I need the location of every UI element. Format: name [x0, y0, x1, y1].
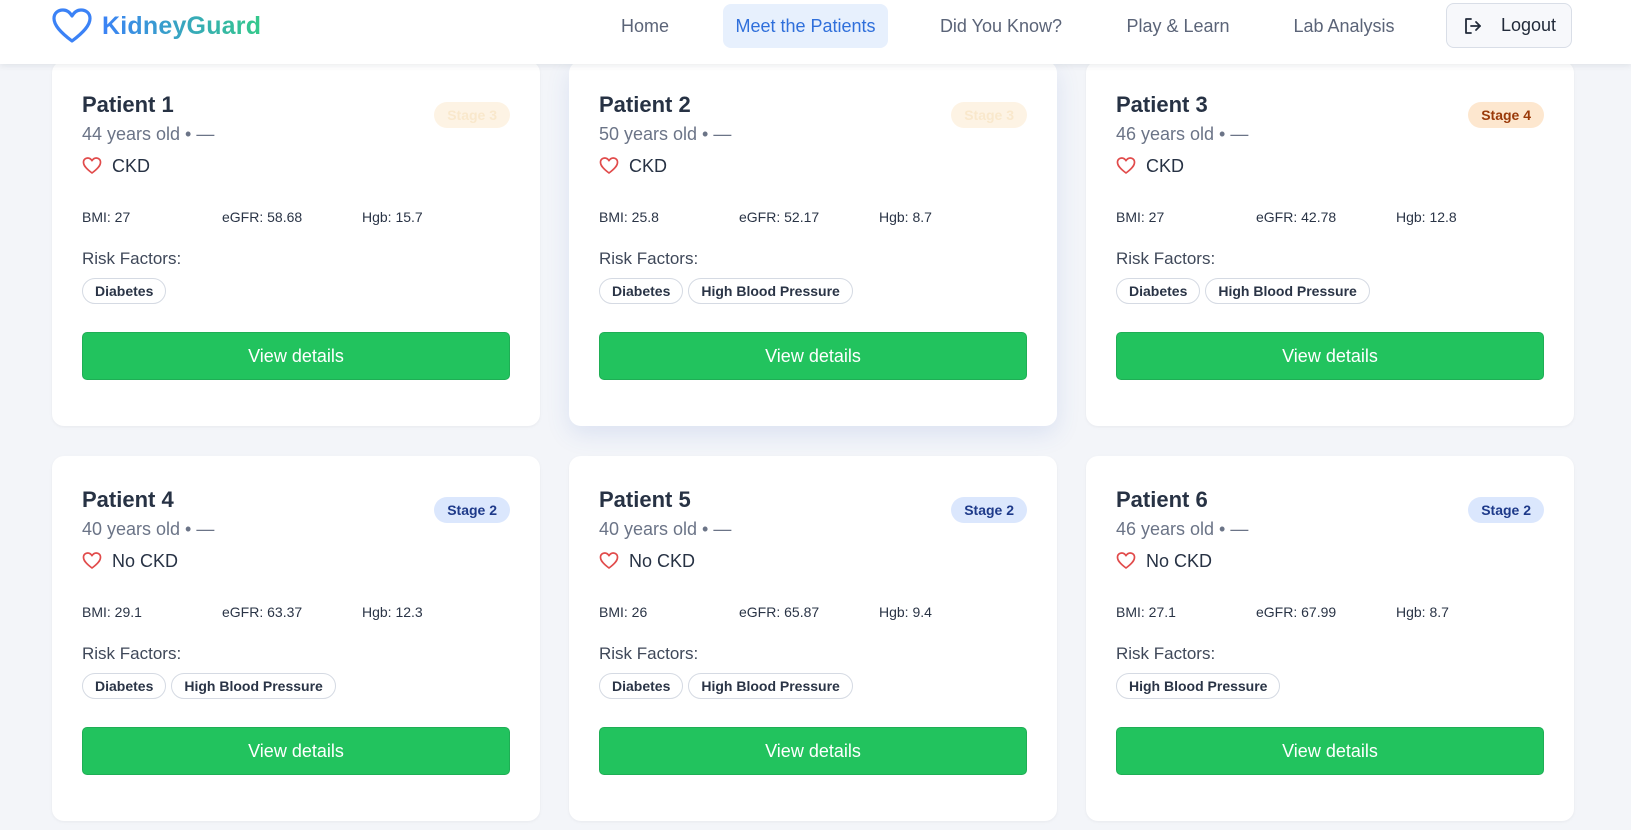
risk-factor-tags: Diabetes — [82, 278, 167, 304]
patient-age: 50 years old • — — [599, 124, 732, 144]
patient-age: 40 years old • — — [599, 519, 732, 539]
risk-factors-label: Risk Factors: — [599, 644, 699, 663]
bmi-value: BMI: 29.1 — [82, 604, 142, 620]
logout-button[interactable]: Logout — [1446, 3, 1572, 48]
patient-age: 40 years old • — — [82, 519, 215, 539]
diagnosis-label: CKD — [629, 155, 668, 176]
heart-icon — [599, 552, 619, 569]
hgb-value: Hgb: 12.3 — [362, 604, 423, 620]
risk-factors-label: Risk Factors: — [1116, 644, 1216, 663]
risk-factor-tag: Diabetes — [1116, 278, 1201, 304]
heart-icon — [82, 552, 102, 569]
stage-badge: Stage 2 — [951, 497, 1027, 523]
patient-name: Patient 5 — [599, 487, 691, 512]
risk-factor-tag: High Blood Pressure — [171, 673, 336, 699]
diagnosis: No CKD — [82, 549, 178, 573]
bmi-value: BMI: 27.1 — [1116, 604, 1176, 620]
heart-icon — [599, 157, 619, 174]
risk-factor-tag: Diabetes — [82, 278, 167, 304]
bmi-value: BMI: 27 — [82, 209, 131, 225]
diagnosis-label: CKD — [112, 155, 151, 176]
patient-name: Patient 3 — [1116, 92, 1208, 117]
bmi-value: BMI: 27 — [1116, 209, 1165, 225]
bmi-value: BMI: 26 — [599, 604, 648, 620]
patient-card: Patient 6 Stage 2 46 years old • — No CK… — [1086, 456, 1574, 821]
egfr-value: eGFR: 58.68 — [222, 209, 303, 225]
risk-factor-tag: Diabetes — [82, 673, 167, 699]
patient-name: Patient 4 — [82, 487, 174, 512]
risk-factor-tags: Diabetes High Blood Pressure — [1116, 278, 1370, 304]
egfr-value: eGFR: 65.87 — [739, 604, 820, 620]
nav-home[interactable]: Home — [600, 4, 690, 48]
egfr-value: eGFR: 42.78 — [1256, 209, 1337, 225]
risk-factors-label: Risk Factors: — [82, 644, 182, 663]
diagnosis: No CKD — [599, 549, 695, 573]
diagnosis-label: No CKD — [629, 550, 696, 571]
risk-factors-label: Risk Factors: — [1116, 249, 1216, 268]
nav-play-and-learn[interactable]: Play & Learn — [1116, 4, 1240, 48]
hgb-value: Hgb: 15.7 — [362, 209, 423, 225]
risk-factor-tags: High Blood Pressure — [1116, 673, 1281, 699]
risk-factor-tag: High Blood Pressure — [1205, 278, 1370, 304]
view-details-button[interactable]: View details — [82, 727, 510, 775]
logout-label: Logout — [1501, 15, 1557, 35]
heart-icon — [82, 157, 102, 174]
view-details-button[interactable]: View details — [599, 727, 1027, 775]
patient-age: 44 years old • — — [82, 124, 215, 144]
stage-badge: Stage 3 — [951, 102, 1027, 128]
patient-name: Patient 6 — [1116, 487, 1208, 512]
risk-factor-tags: Diabetes High Blood Pressure — [82, 673, 336, 699]
hgb-value: Hgb: 12.8 — [1396, 209, 1457, 225]
risk-factor-tag: Diabetes — [599, 673, 684, 699]
nav-lab-analysis[interactable]: Lab Analysis — [1285, 4, 1403, 48]
logout-icon — [1465, 17, 1481, 34]
diagnosis-label: CKD — [1146, 155, 1185, 176]
nav-did-you-know[interactable]: Did You Know? — [925, 4, 1077, 48]
nav-meet-the-patients[interactable]: Meet the Patients — [723, 4, 888, 48]
stage-badge: Stage 2 — [434, 497, 510, 523]
patient-card: Patient 2 Stage 3 50 years old • — CKD B… — [569, 61, 1057, 426]
diagnosis: CKD — [82, 154, 150, 178]
risk-factor-tags: Diabetes High Blood Pressure — [599, 278, 853, 304]
patient-name: Patient 2 — [599, 92, 691, 117]
top-navigation-bar: KidneyGuard Home Meet the Patients Did Y… — [0, 0, 1631, 64]
egfr-value: eGFR: 63.37 — [222, 604, 303, 620]
heart-icon — [1116, 552, 1136, 569]
diagnosis-label: No CKD — [1146, 550, 1213, 571]
risk-factor-tag: Diabetes — [599, 278, 684, 304]
patient-name: Patient 1 — [82, 92, 174, 117]
patient-age: 46 years old • — — [1116, 519, 1249, 539]
heart-icon — [1116, 157, 1136, 174]
main-nav: Home Meet the Patients Did You Know? Pla… — [0, 4, 1631, 48]
egfr-value: eGFR: 67.99 — [1256, 604, 1337, 620]
diagnosis-label: No CKD — [112, 550, 179, 571]
view-details-button[interactable]: View details — [599, 332, 1027, 380]
risk-factors-label: Risk Factors: — [82, 249, 182, 268]
hgb-value: Hgb: 8.7 — [879, 209, 932, 225]
patient-age: 46 years old • — — [1116, 124, 1249, 144]
stage-badge: Stage 4 — [1468, 102, 1544, 128]
view-details-button[interactable]: View details — [1116, 332, 1544, 380]
bmi-value: BMI: 25.8 — [599, 209, 659, 225]
hgb-value: Hgb: 9.4 — [879, 604, 932, 620]
risk-factor-tags: Diabetes High Blood Pressure — [599, 673, 853, 699]
patient-card: Patient 3 Stage 4 46 years old • — CKD B… — [1086, 61, 1574, 426]
patient-card: Patient 5 Stage 2 40 years old • — No CK… — [569, 456, 1057, 821]
risk-factors-label: Risk Factors: — [599, 249, 699, 268]
view-details-button[interactable]: View details — [1116, 727, 1544, 775]
patient-card: Patient 4 Stage 2 40 years old • — No CK… — [52, 456, 540, 821]
diagnosis: CKD — [1116, 154, 1184, 178]
patient-card: Patient 1 Stage 3 44 years old • — CKD B… — [52, 61, 540, 426]
risk-factor-tag: High Blood Pressure — [688, 673, 853, 699]
egfr-value: eGFR: 52.17 — [739, 209, 820, 225]
diagnosis: No CKD — [1116, 549, 1212, 573]
risk-factor-tag: High Blood Pressure — [1116, 673, 1281, 699]
view-details-button[interactable]: View details — [82, 332, 510, 380]
risk-factor-tag: High Blood Pressure — [688, 278, 853, 304]
stage-badge: Stage 2 — [1468, 497, 1544, 523]
stage-badge: Stage 3 — [434, 102, 510, 128]
hgb-value: Hgb: 8.7 — [1396, 604, 1449, 620]
diagnosis: CKD — [599, 154, 667, 178]
